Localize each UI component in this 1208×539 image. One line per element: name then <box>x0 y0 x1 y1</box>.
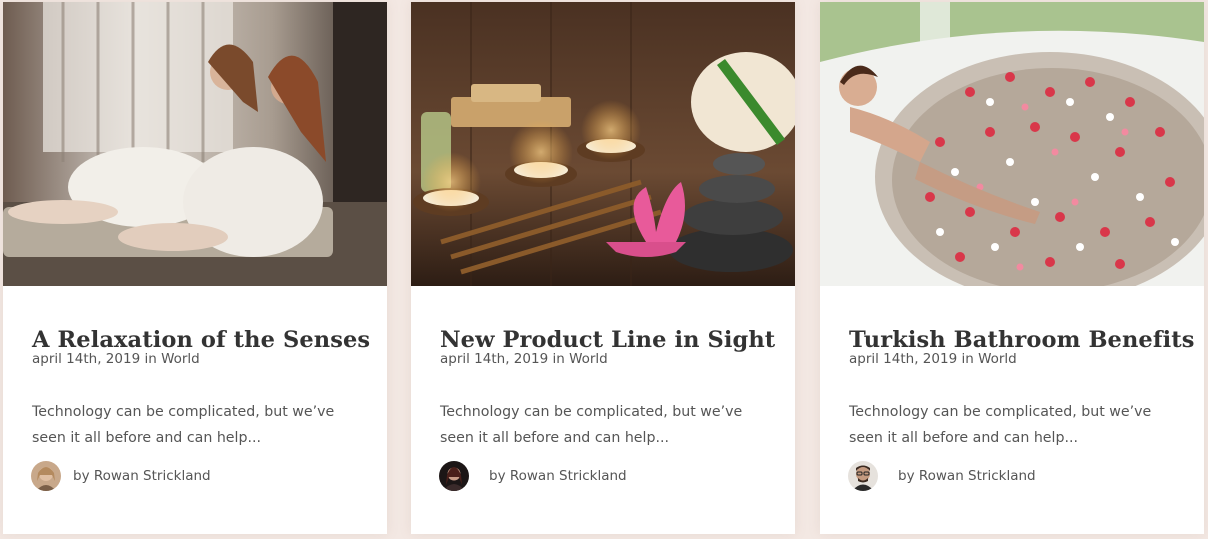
author-avatar[interactable] <box>848 461 878 491</box>
post-image-turkish-bath[interactable] <box>820 2 1204 286</box>
post-meta-in: in <box>961 351 974 367</box>
post-excerpt: Technology can be complicated, but we’ve… <box>849 404 1152 447</box>
author-avatar[interactable] <box>439 461 469 491</box>
blog-posts-grid: A Relaxation of the Senses april 14th, 2… <box>3 2 1205 534</box>
post-image-relaxation[interactable] <box>3 2 387 286</box>
post-card-turkish-bath: Turkish Bathroom Benefits april 14th, 20… <box>820 2 1204 534</box>
flower-petal-bath-photo <box>820 2 1204 286</box>
post-meta: april 14th, 2019 in World <box>849 351 1017 367</box>
post-author: by Rowan Strickland <box>848 460 1036 492</box>
post-excerpt: Technology can be complicated, but we’ve… <box>32 404 335 447</box>
post-image-product-line[interactable] <box>411 2 795 286</box>
post-author: by Rowan Strickland <box>31 460 211 492</box>
post-title[interactable]: Turkish Bathroom Benefits <box>849 327 1195 353</box>
post-category-link[interactable]: World <box>161 351 200 367</box>
author-name[interactable]: by Rowan Strickland <box>489 468 627 484</box>
post-category-link[interactable]: World <box>978 351 1017 367</box>
post-date: april 14th, 2019 <box>849 351 958 367</box>
post-author: by Rowan Strickland <box>439 460 627 492</box>
post-meta: april 14th, 2019 in World <box>440 351 608 367</box>
candles-and-spa-stones-photo <box>411 2 795 286</box>
post-excerpt: Technology can be complicated, but we’ve… <box>440 404 743 447</box>
post-category-link[interactable]: World <box>569 351 608 367</box>
author-name[interactable]: by Rowan Strickland <box>898 468 1036 484</box>
post-title[interactable]: A Relaxation of the Senses <box>32 327 370 353</box>
post-card-product-line: New Product Line in Sight april 14th, 20… <box>411 2 795 534</box>
avatar-photo-icon <box>848 461 878 491</box>
post-meta-in: in <box>552 351 565 367</box>
post-meta: april 14th, 2019 in World <box>32 351 200 367</box>
author-avatar[interactable] <box>31 461 61 491</box>
post-title[interactable]: New Product Line in Sight <box>440 327 775 353</box>
post-date: april 14th, 2019 <box>440 351 549 367</box>
women-in-bathrobes-photo <box>3 2 387 286</box>
post-meta-in: in <box>144 351 157 367</box>
post-card-relaxation: A Relaxation of the Senses april 14th, 2… <box>3 2 387 534</box>
avatar-photo-icon <box>439 461 469 491</box>
post-date: april 14th, 2019 <box>32 351 141 367</box>
author-name[interactable]: by Rowan Strickland <box>73 468 211 484</box>
avatar-photo-icon <box>31 461 61 491</box>
